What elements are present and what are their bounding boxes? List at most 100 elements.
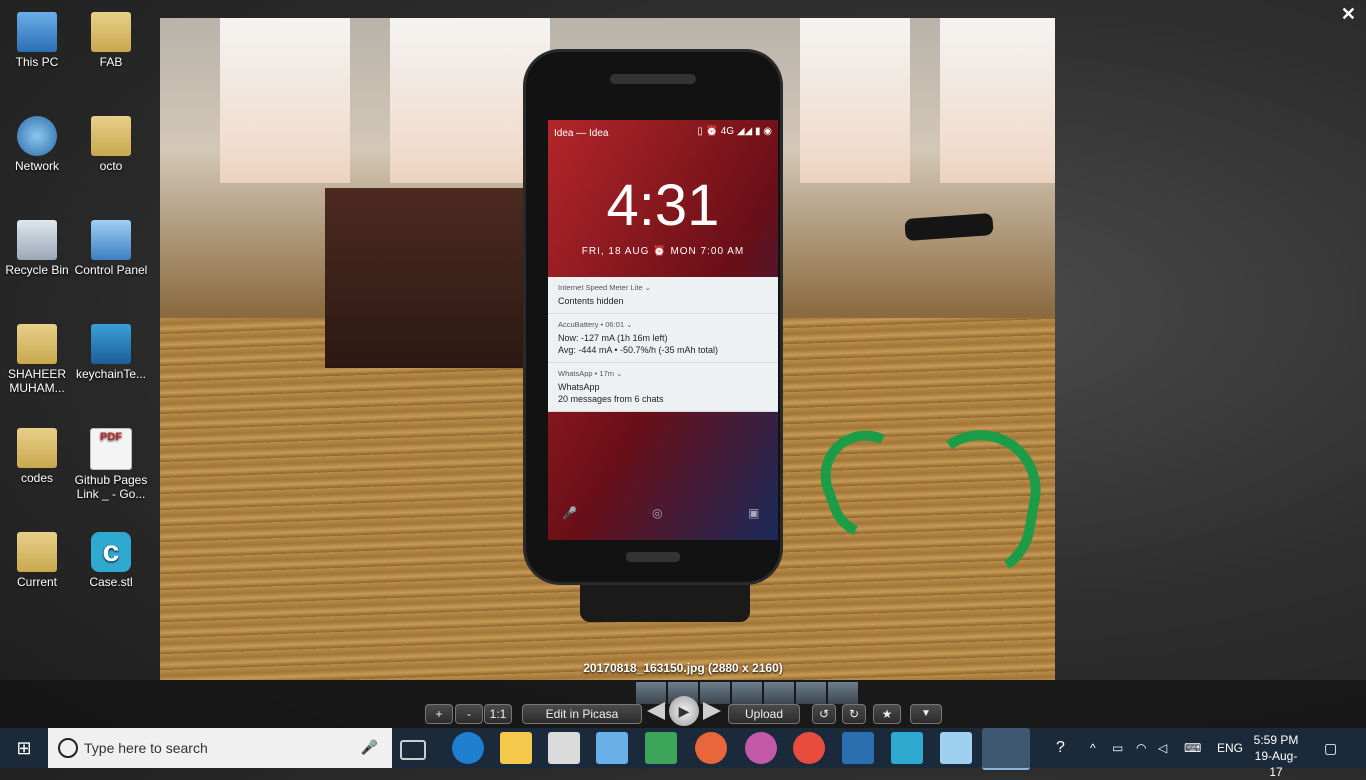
app-icon[interactable]: [745, 732, 777, 764]
cortana-icon: [58, 738, 78, 758]
thumbnail[interactable]: [828, 682, 858, 704]
pdf-icon: PDF: [90, 428, 132, 470]
notification-app: AccuBattery • 06:01 ⌄: [558, 320, 633, 329]
folder-icon: [17, 532, 57, 572]
star-button[interactable]: ★: [873, 704, 901, 724]
desktop-icon-label: SHAHEER MUHAM...: [7, 367, 66, 395]
desktop-icon-label: Github Pages Link _ - Go...: [74, 473, 148, 501]
cura-icon[interactable]: [891, 732, 923, 764]
rotate-right-button[interactable]: ↻: [842, 704, 866, 724]
lock-clock: 4:31: [606, 173, 720, 238]
desktop-icon-label: This PC: [15, 55, 59, 69]
desktop-icon-label: codes: [20, 471, 54, 485]
help-icon[interactable]: ?: [1056, 728, 1065, 768]
desktop-icon[interactable]: SHAHEER MUHAM...: [0, 324, 74, 395]
notification-app: Internet Speed Meter Lite ⌄: [558, 283, 652, 292]
desktop-icon[interactable]: octo: [74, 116, 148, 173]
keyboard-icon[interactable]: ⌨: [1184, 728, 1201, 768]
photo-image: Idea — Idea ▯ ⏰ 4G ◢◢ ▮ ◉ 4:31 FRI, 18 A…: [160, 18, 1055, 680]
close-viewer-button[interactable]: ✕: [1341, 4, 1356, 25]
notification-line: 20 messages from 6 chats: [558, 394, 664, 404]
thumbnail[interactable]: [764, 682, 794, 704]
desktop-icon[interactable]: PDF Github Pages Link _ - Go...: [74, 428, 148, 501]
desktop-icon-label: Network: [14, 159, 59, 173]
file-icon: [91, 324, 131, 364]
notification-item: AccuBattery • 06:01 ⌄ Now: -127 mA (1h 16…: [548, 314, 778, 363]
notification-line: WhatsApp: [558, 382, 600, 392]
photo-viewer-taskbar-icon[interactable]: [982, 728, 1030, 770]
task-view-icon[interactable]: [400, 740, 426, 760]
desktop-icon-label: Case.stl: [89, 575, 133, 589]
desktop-icon[interactable]: Network: [0, 116, 74, 173]
taskbar: ⊞ Type here to search 🎤 ? ^ ▭ ◠ ◁ ⌨ ENG …: [0, 728, 1366, 779]
volume-icon[interactable]: ◁: [1158, 728, 1167, 768]
desktop-icon[interactable]: c Case.stl: [74, 532, 148, 589]
desktop-icon[interactable]: Current: [0, 532, 74, 589]
show-hidden-icons-icon[interactable]: ^: [1090, 728, 1096, 768]
search-box[interactable]: Type here to search 🎤: [48, 728, 392, 768]
desktop-icon-label: Control Panel: [74, 263, 148, 277]
desktop-icon[interactable]: codes: [0, 428, 74, 485]
previous-arrow-icon[interactable]: [647, 702, 665, 720]
microphone-icon[interactable]: 🎤: [361, 739, 378, 756]
carrier-label: Idea — Idea: [554, 128, 609, 139]
notification-item: WhatsApp • 17m ⌄ WhatsApp 20 messages from…: [548, 363, 778, 412]
thumbnail[interactable]: [732, 682, 762, 704]
notification-panel: Internet Speed Meter Lite ⌄ Contents hidd…: [548, 277, 778, 412]
network-icon: [17, 116, 57, 156]
next-arrow-icon[interactable]: [703, 702, 721, 720]
desktop-icon[interactable]: Recycle Bin: [0, 220, 74, 277]
chrome-icon[interactable]: [793, 732, 825, 764]
more-options-button[interactable]: ▼: [910, 704, 942, 724]
play-button[interactable]: ▶: [669, 696, 699, 726]
edit-in-picasa-button[interactable]: Edit in Picasa: [522, 704, 642, 724]
edge-browser-icon[interactable]: [452, 732, 484, 764]
firefox-icon[interactable]: [695, 732, 727, 764]
phone-speaker: [610, 74, 696, 84]
python-icon[interactable]: [842, 732, 874, 764]
wooden-box: [325, 188, 530, 368]
paint-icon[interactable]: [596, 732, 628, 764]
thumbnail[interactable]: [796, 682, 826, 704]
cura-icon: c: [91, 532, 131, 572]
window-block: [940, 18, 1055, 183]
rotate-left-button[interactable]: ↺: [812, 704, 836, 724]
notification-item: Internet Speed Meter Lite ⌄ Contents hidd…: [548, 277, 778, 314]
dark-tool: [904, 212, 994, 242]
start-button[interactable]: ⊞: [0, 728, 48, 768]
desktop-icon-label: FAB: [99, 55, 123, 69]
control-panel-icon: [91, 220, 131, 260]
window-block: [220, 18, 350, 183]
clock-time: 5:59 PM: [1253, 733, 1299, 747]
language-indicator[interactable]: ENG: [1217, 728, 1243, 768]
app-icon[interactable]: [940, 732, 972, 764]
desktop-icon[interactable]: Control Panel: [74, 220, 148, 277]
zoom-out-button[interactable]: -: [455, 704, 483, 724]
wifi-icon[interactable]: ◠: [1136, 728, 1146, 768]
viewer-controls: + - 1:1 Edit in Picasa ▶ Upload ↺ ↻ ★ ▼: [0, 696, 1366, 726]
upload-button[interactable]: Upload: [728, 704, 800, 724]
desktop-icon-label: keychainTe...: [75, 367, 147, 381]
desktop-icon[interactable]: FAB: [74, 12, 148, 69]
zoom-in-button[interactable]: +: [425, 704, 453, 724]
taskbar-clock[interactable]: 5:59 PM 19-Aug-17: [1248, 732, 1304, 780]
notification-line: Avg: -444 mA • -50.7%/h (-35 mAh total): [558, 345, 719, 355]
notifications-icon[interactable]: ▢: [1324, 728, 1337, 768]
this-pc-icon: [17, 12, 57, 52]
recycle-bin-icon: [17, 220, 57, 260]
calculator-icon[interactable]: [548, 732, 580, 764]
file-explorer-icon[interactable]: [500, 732, 532, 764]
battery-icon[interactable]: ▭: [1112, 728, 1123, 768]
desktop-icon[interactable]: This PC: [0, 12, 74, 69]
desktop-icon[interactable]: keychainTe...: [74, 324, 148, 381]
actual-size-button[interactable]: 1:1: [484, 704, 512, 724]
camera-icon: ▣: [748, 506, 760, 520]
phone: Idea — Idea ▯ ⏰ 4G ◢◢ ▮ ◉ 4:31 FRI, 18 A…: [526, 52, 780, 582]
search-input[interactable]: Type here to search: [84, 740, 208, 756]
status-icons: ▯ ⏰ 4G ◢◢ ▮ ◉: [697, 126, 772, 137]
slideshow-controls: ▶: [645, 696, 723, 726]
folder-icon: [91, 116, 131, 156]
lock-date: FRI, 18 AUG ⏰ MON 7:00 AM: [581, 246, 745, 257]
app-icon[interactable]: [645, 732, 677, 764]
notification-line: Now: -127 mA (1h 16m left): [558, 333, 668, 343]
